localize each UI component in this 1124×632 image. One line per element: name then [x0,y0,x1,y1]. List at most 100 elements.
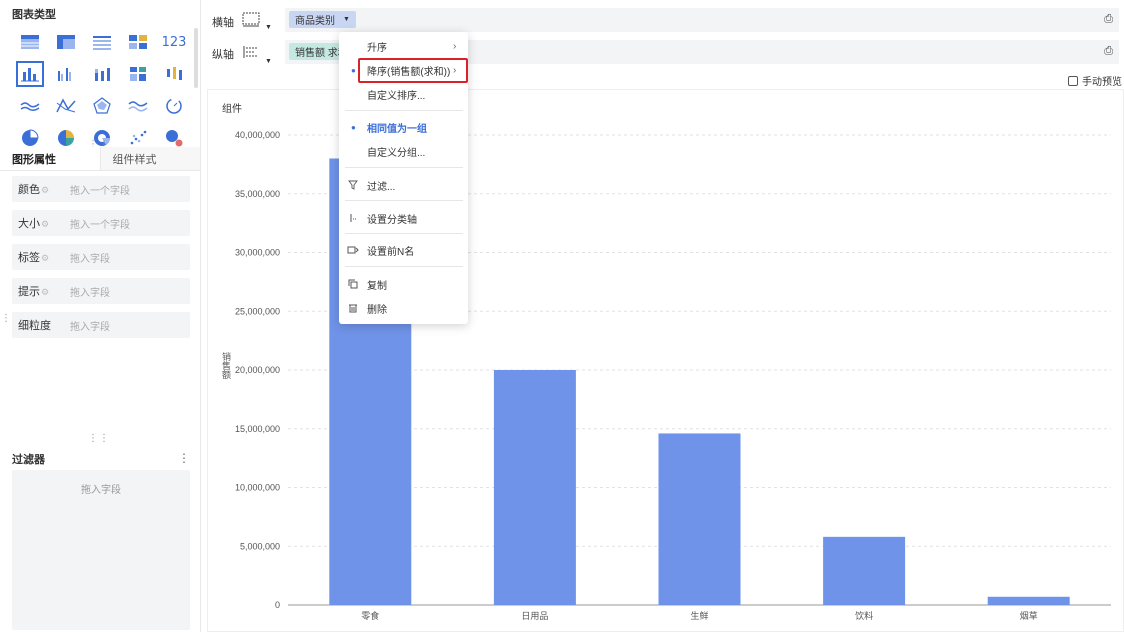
filter-drop-zone[interactable]: 拖入字段 [12,470,190,630]
attr-placeholder: 拖入字段 [70,253,110,265]
crosstab-icon[interactable] [48,28,84,56]
shelf-settings-icon[interactable]: ⎙ [1104,45,1113,58]
more-icon[interactable]: ⋮ [178,451,190,465]
x-tick-label: 生鲜 [690,610,708,621]
copy-icon [346,277,360,291]
range-column-icon[interactable] [156,60,192,88]
area-chart-icon[interactable] [120,92,156,120]
menu-divider [345,233,463,234]
settings-icon[interactable]: ⚙ [41,219,49,229]
y-axis-caret-icon[interactable]: ▼ [265,58,272,65]
measure-icon[interactable] [242,44,260,63]
menu-item-ascending[interactable]: 升序 › [339,36,468,56]
menu-divider [345,167,463,168]
attr-granularity[interactable]: 细粒度 拖入字段 [12,312,190,338]
attr-color[interactable]: 颜色⚙ 拖入一个字段 [12,176,190,202]
filter-placeholder: 拖入字段 [81,485,121,496]
filter-icon [346,178,360,192]
menu-item-copy[interactable]: 复制 [339,274,468,294]
x-axis-caret-icon[interactable]: ▼ [265,24,272,31]
multi-line-icon[interactable] [48,92,84,120]
menu-label: 自定义分组... [367,147,426,159]
gauge-chart-icon[interactable] [156,92,192,120]
menu-label: 设置前N名 [367,246,415,258]
y-tick-label: 5,000,000 [240,541,280,551]
filter-title: 过滤器 [12,454,45,466]
menu-item-descending[interactable]: ● 降序(销售额(求和)) › [339,60,468,80]
attr-label-field[interactable]: 标签⚙ 拖入字段 [12,244,190,270]
number-card-icon[interactable]: 123 [156,28,192,56]
settings-icon[interactable]: ⚙ [41,185,49,195]
grouped-column-icon[interactable] [48,60,84,88]
chevron-right-icon: › [453,40,457,52]
attr-placeholder: 拖入字段 [70,287,110,299]
menu-divider [345,110,463,111]
column-chart-icon[interactable] [12,60,48,88]
chart-type-row [12,90,192,122]
attr-label: 细粒度 [18,320,51,332]
trash-icon [346,301,360,315]
attr-tooltip[interactable]: 提示⚙ 拖入字段 [12,278,190,304]
settings-icon[interactable]: ⚙ [41,253,49,263]
shelf-settings-icon[interactable]: ⎙ [1104,13,1113,26]
x-axis-drop-zone[interactable]: 商品类别 ▼ ⎙ [285,8,1119,32]
menu-label: 过滤... [367,181,396,193]
y-tick-label: 25,000,000 [235,306,280,316]
attr-size[interactable]: 大小⚙ 拖入一个字段 [12,210,190,236]
manual-preview-label: 手动预览 [1082,77,1122,88]
x-axis-field-pill[interactable]: 商品类别 ▼ [289,11,356,28]
attr-placeholder: 拖入字段 [70,321,110,333]
attr-label: 颜色 [18,184,40,196]
x-tick-label: 烟草 [1020,610,1038,621]
property-tabs: 图形属性 组件样式 [0,147,200,171]
resize-handle-icon[interactable]: ⋮⋮ [88,434,110,444]
selected-dot-icon: ● [351,122,356,132]
attr-label: 标签 [18,252,40,264]
line-chart-icon[interactable] [12,92,48,120]
x-tick-label: 零食 [361,610,379,621]
menu-label: 复制 [367,280,387,292]
bar [658,433,741,605]
stacked-column-icon[interactable] [84,60,120,88]
settings-icon[interactable]: ⚙ [41,287,49,297]
menu-item-custom-group[interactable]: 自定义分组... [339,141,468,161]
tab-graphic-properties[interactable]: 图形属性 [0,147,101,170]
chart-type-grid: 123 [12,26,192,154]
chart-title: 组件 [222,102,242,115]
detail-table-icon[interactable] [84,28,120,56]
tab-component-style[interactable]: 组件样式 [101,147,201,170]
menu-item-group-same-values[interactable]: ● 相同值为一组 [339,117,468,137]
y-tick-label: 20,000,000 [235,365,280,375]
chart-type-scrollbar[interactable] [194,28,198,88]
percent-column-icon[interactable] [120,60,156,88]
bar [493,370,576,605]
menu-label: 降序(销售额(求和)) [367,66,451,78]
radar-chart-icon[interactable] [84,92,120,120]
menu-item-set-top-n[interactable]: 设置前N名 [339,240,468,260]
y-axis-label: 纵轴 [212,49,234,61]
chevron-down-icon[interactable]: ▼ [343,16,350,23]
menu-item-delete[interactable]: 删除 [339,298,468,318]
x-tick-label: 饮料 [855,610,873,621]
side-drag-handle-icon[interactable]: ⋮ [1,314,12,324]
checkbox-icon[interactable] [1068,75,1078,86]
block-table-icon[interactable] [120,28,156,56]
y-axis-label: 销售额 [221,351,231,380]
left-panel: 图表类型 123 ⋮⋮ 图形属性 组件样式 颜色⚙ 拖入一个字段 大小⚙ 拖入一… [0,0,201,632]
manual-preview-checkbox[interactable]: 手动预览 [1068,73,1122,88]
menu-item-set-category-axis[interactable]: 设置分类轴 [339,208,468,228]
x-axis-label: 横轴 [212,17,234,29]
menu-item-filter[interactable]: 过滤... [339,175,468,195]
menu-label: 删除 [367,304,387,316]
attr-placeholder: 拖入一个字段 [70,219,130,231]
y-tick-label: 30,000,000 [235,248,280,258]
dimension-icon[interactable] [242,12,260,31]
table-icon[interactable] [12,28,48,56]
menu-divider [345,266,463,267]
category-axis-icon [346,211,360,225]
menu-item-custom-sort[interactable]: 自定义排序... [339,84,468,104]
y-tick-label: 10,000,000 [235,483,280,493]
menu-label: 升序 [367,42,387,54]
y-tick-label: 15,000,000 [235,424,280,434]
field-context-menu: 升序 › ● 降序(销售额(求和)) › 自定义排序... ● 相同值为一组 自… [339,32,468,324]
